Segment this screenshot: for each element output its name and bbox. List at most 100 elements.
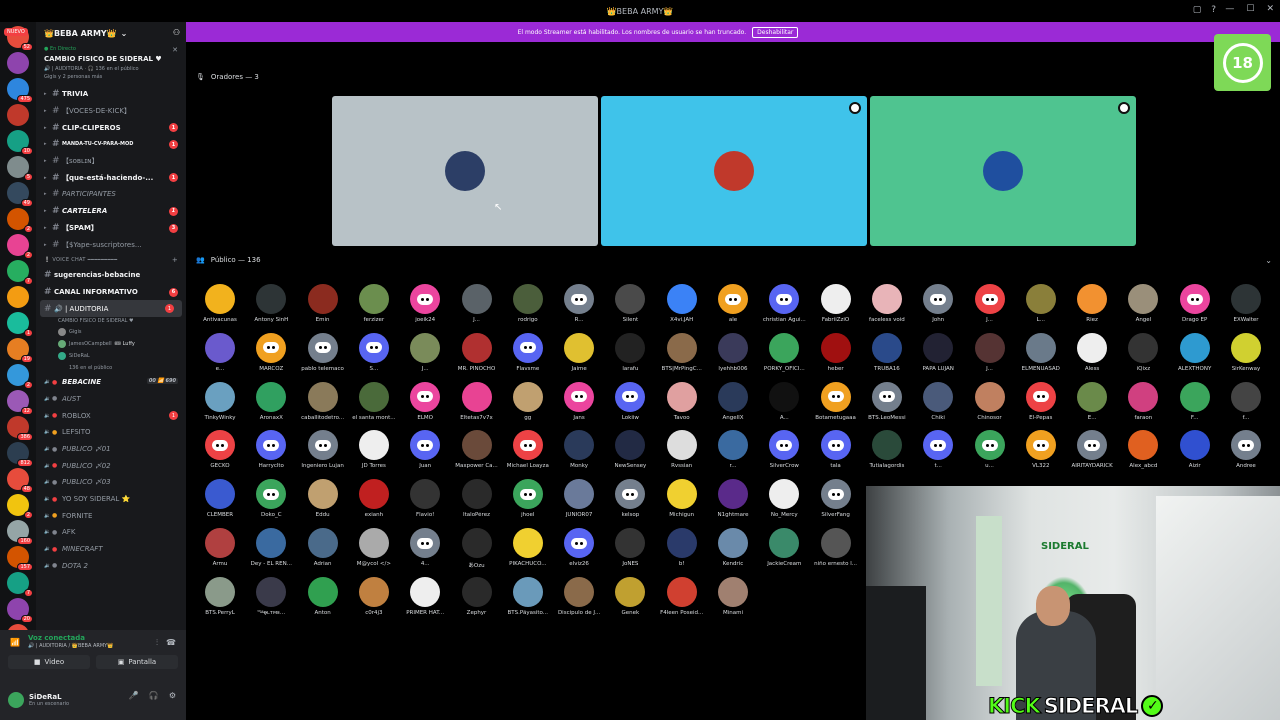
audience-member[interactable]: PIKACHUCO...	[503, 528, 553, 567]
audience-member[interactable]: Kendric	[708, 528, 758, 567]
audience-member[interactable]: Eltetas7v7x	[452, 381, 502, 421]
audience-member[interactable]: No_Mercy	[759, 479, 809, 518]
audience-member[interactable]: Zephyr	[452, 576, 502, 616]
server-icon[interactable]: 20	[7, 598, 33, 623]
chevron-down-icon[interactable]: ⌄	[1265, 256, 1272, 265]
disable-streamer-button[interactable]: Deshabilitar	[752, 26, 799, 38]
channel-item[interactable]: 🔉 ● PUBLICO 〆01	[36, 441, 186, 458]
speaker-tile[interactable]	[870, 96, 1136, 246]
add-member-icon[interactable]: ⚇	[173, 28, 180, 37]
channel-item[interactable]: 🔉 ● FORNITE	[36, 507, 186, 524]
audience-member[interactable]: Emin	[298, 284, 348, 323]
server-icon[interactable]: 5	[7, 156, 33, 181]
avatar[interactable]	[8, 692, 24, 708]
audience-member[interactable]: Antony SinH	[246, 284, 296, 323]
audience-member[interactable]: Chinosor	[965, 381, 1015, 421]
audience-member[interactable]: Juan	[400, 430, 450, 469]
audience-member[interactable]: ALEXTHONY	[1170, 332, 1220, 372]
audience-member[interactable]: GECKO	[195, 430, 245, 469]
audience-member[interactable]: Drago EP	[1170, 284, 1220, 323]
channel-item[interactable]: ▸ # MANDA-TU-CV-PARA-MOD 1	[36, 136, 186, 153]
voice-user[interactable]: 136 en el público	[36, 362, 186, 374]
audience-member[interactable]: SilverFang	[811, 479, 861, 518]
gear-icon[interactable]: ⚙	[169, 691, 176, 700]
audience-member[interactable]: Flavio!	[400, 479, 450, 518]
audience-member[interactable]: e...	[195, 332, 245, 372]
audience-member[interactable]: Michigun	[657, 479, 707, 518]
server-icon[interactable]: 160	[7, 520, 33, 545]
server-icon[interactable]	[7, 104, 29, 126]
audience-member[interactable]: ale	[708, 284, 758, 323]
audience-member[interactable]: c0r4j3	[349, 576, 399, 616]
audience-member[interactable]: Aless	[1067, 332, 1117, 372]
voice-channel-item[interactable]: # CANAL INFORMATIVO 6	[36, 284, 186, 301]
audience-member[interactable]: AronaxX	[246, 381, 296, 421]
channel-item[interactable]: ▸ # 【VOCES-DE-KICK】	[36, 103, 186, 120]
audience-member[interactable]: SirKenway	[1221, 332, 1271, 372]
voice-channel-item[interactable]: # 🔊 | AUDITORIA 1	[40, 300, 182, 317]
channel-item[interactable]: ▸ # 【$Yape-suscriptores...	[36, 236, 186, 253]
audience-member[interactable]: Eddu	[298, 479, 348, 518]
close-icon[interactable]: ✕	[1266, 4, 1274, 14]
channel-item[interactable]: 🔉 ● YO SOY SIDERAL ⭐	[36, 491, 186, 508]
minimize-icon[interactable]: —	[1225, 4, 1234, 14]
server-header[interactable]: 👑BEBA ARMY👑 ⌄ ⚇	[36, 22, 186, 44]
audience-member[interactable]: Angel	[1118, 284, 1168, 323]
audience-member[interactable]: Doko_C	[246, 479, 296, 518]
channel-item[interactable]: ▸ # PARTICIPANTES	[36, 186, 186, 203]
audience-member[interactable]: JoNES	[605, 528, 655, 567]
channel-item[interactable]: 🔉 ● AFK	[36, 524, 186, 541]
audience-member[interactable]: gg	[503, 381, 553, 421]
screen-share-button[interactable]: ▣ Pantalla	[96, 655, 178, 669]
audience-member[interactable]: PRIMER HAT...	[400, 576, 450, 616]
audience-member[interactable]: elviz26	[554, 528, 604, 567]
audience-member[interactable]: faraon	[1118, 381, 1168, 421]
server-icon[interactable]: 10	[7, 130, 33, 155]
audience-member[interactable]: lyehhb006	[708, 332, 758, 372]
channel-item[interactable]: 🔉 ● LEFSITO	[36, 424, 186, 441]
audience-member[interactable]: ᵗʰᵉ̶̶ǫ̶ʟᴛᴍᴇ...	[246, 576, 296, 616]
audience-member[interactable]: kelsop	[605, 479, 655, 518]
audience-member[interactable]: Silent	[605, 284, 655, 323]
help-icon[interactable]: ?	[1211, 5, 1216, 15]
audience-member[interactable]: tala	[811, 430, 861, 469]
audience-member[interactable]: JD Torres	[349, 430, 399, 469]
server-icon[interactable]: 48	[7, 468, 33, 493]
audience-member[interactable]: A...	[759, 381, 809, 421]
audience-member[interactable]: jhoel	[503, 479, 553, 518]
audience-member[interactable]: larafu	[605, 332, 655, 372]
audience-member[interactable]: Michael Loayza	[503, 430, 553, 469]
channel-item[interactable]: 🔉 ● ROBLOX 1	[36, 407, 186, 424]
audience-member[interactable]: NewSensey	[605, 430, 655, 469]
channel-item[interactable]: ▸ # CARTELERA 1	[36, 203, 186, 220]
audience-member[interactable]: 4...	[400, 528, 450, 567]
audience-member[interactable]: AngelIX	[708, 381, 758, 421]
microphone-icon[interactable]: 🎤	[129, 691, 139, 700]
audience-member[interactable]: rodrigo	[503, 284, 553, 323]
audience-member[interactable]: Armu	[195, 528, 245, 567]
audience-member[interactable]: christian Agui...	[759, 284, 809, 323]
audience-member[interactable]: iQixz	[1118, 332, 1168, 372]
audience-member[interactable]: b!	[657, 528, 707, 567]
audience-member[interactable]: M@ycol </>	[349, 528, 399, 567]
audience-member[interactable]: El-Pepas	[1016, 381, 1066, 421]
channel-item[interactable]: ▸ # 【ꜱᴏʙʟɪɴ】	[36, 153, 186, 170]
audience-member[interactable]: EXWalter	[1221, 284, 1271, 323]
audience-member[interactable]: John	[913, 284, 963, 323]
audience-member[interactable]: MARCOZ	[246, 332, 296, 372]
server-icon[interactable]: 157	[7, 546, 33, 571]
audience-member[interactable]: F4leen Poseid...	[657, 576, 707, 616]
audience-member[interactable]: BTS.PerryL	[195, 576, 245, 616]
audience-member[interactable]: L...	[1016, 284, 1066, 323]
audience-member[interactable]: joeik24	[400, 284, 450, 323]
voice-channel-item[interactable]: # sugerencias-bebacine	[36, 267, 186, 284]
channel-item[interactable]: 🔉 ● DOTA 2	[36, 558, 186, 575]
speaker-tile[interactable]	[332, 96, 598, 246]
audience-member[interactable]: Alex_abcd	[1118, 430, 1168, 469]
audience-member[interactable]: Ingeniero Lujan	[298, 430, 348, 469]
audience-member[interactable]: JackieCream	[759, 528, 809, 567]
voice-user[interactable]: JamesOCampbell 🎟 Luffy	[36, 338, 186, 350]
audience-member[interactable]: E...	[1067, 381, 1117, 421]
audience-member[interactable]: Flavsme	[503, 332, 553, 372]
audience-member[interactable]: JUNIOR07	[554, 479, 604, 518]
